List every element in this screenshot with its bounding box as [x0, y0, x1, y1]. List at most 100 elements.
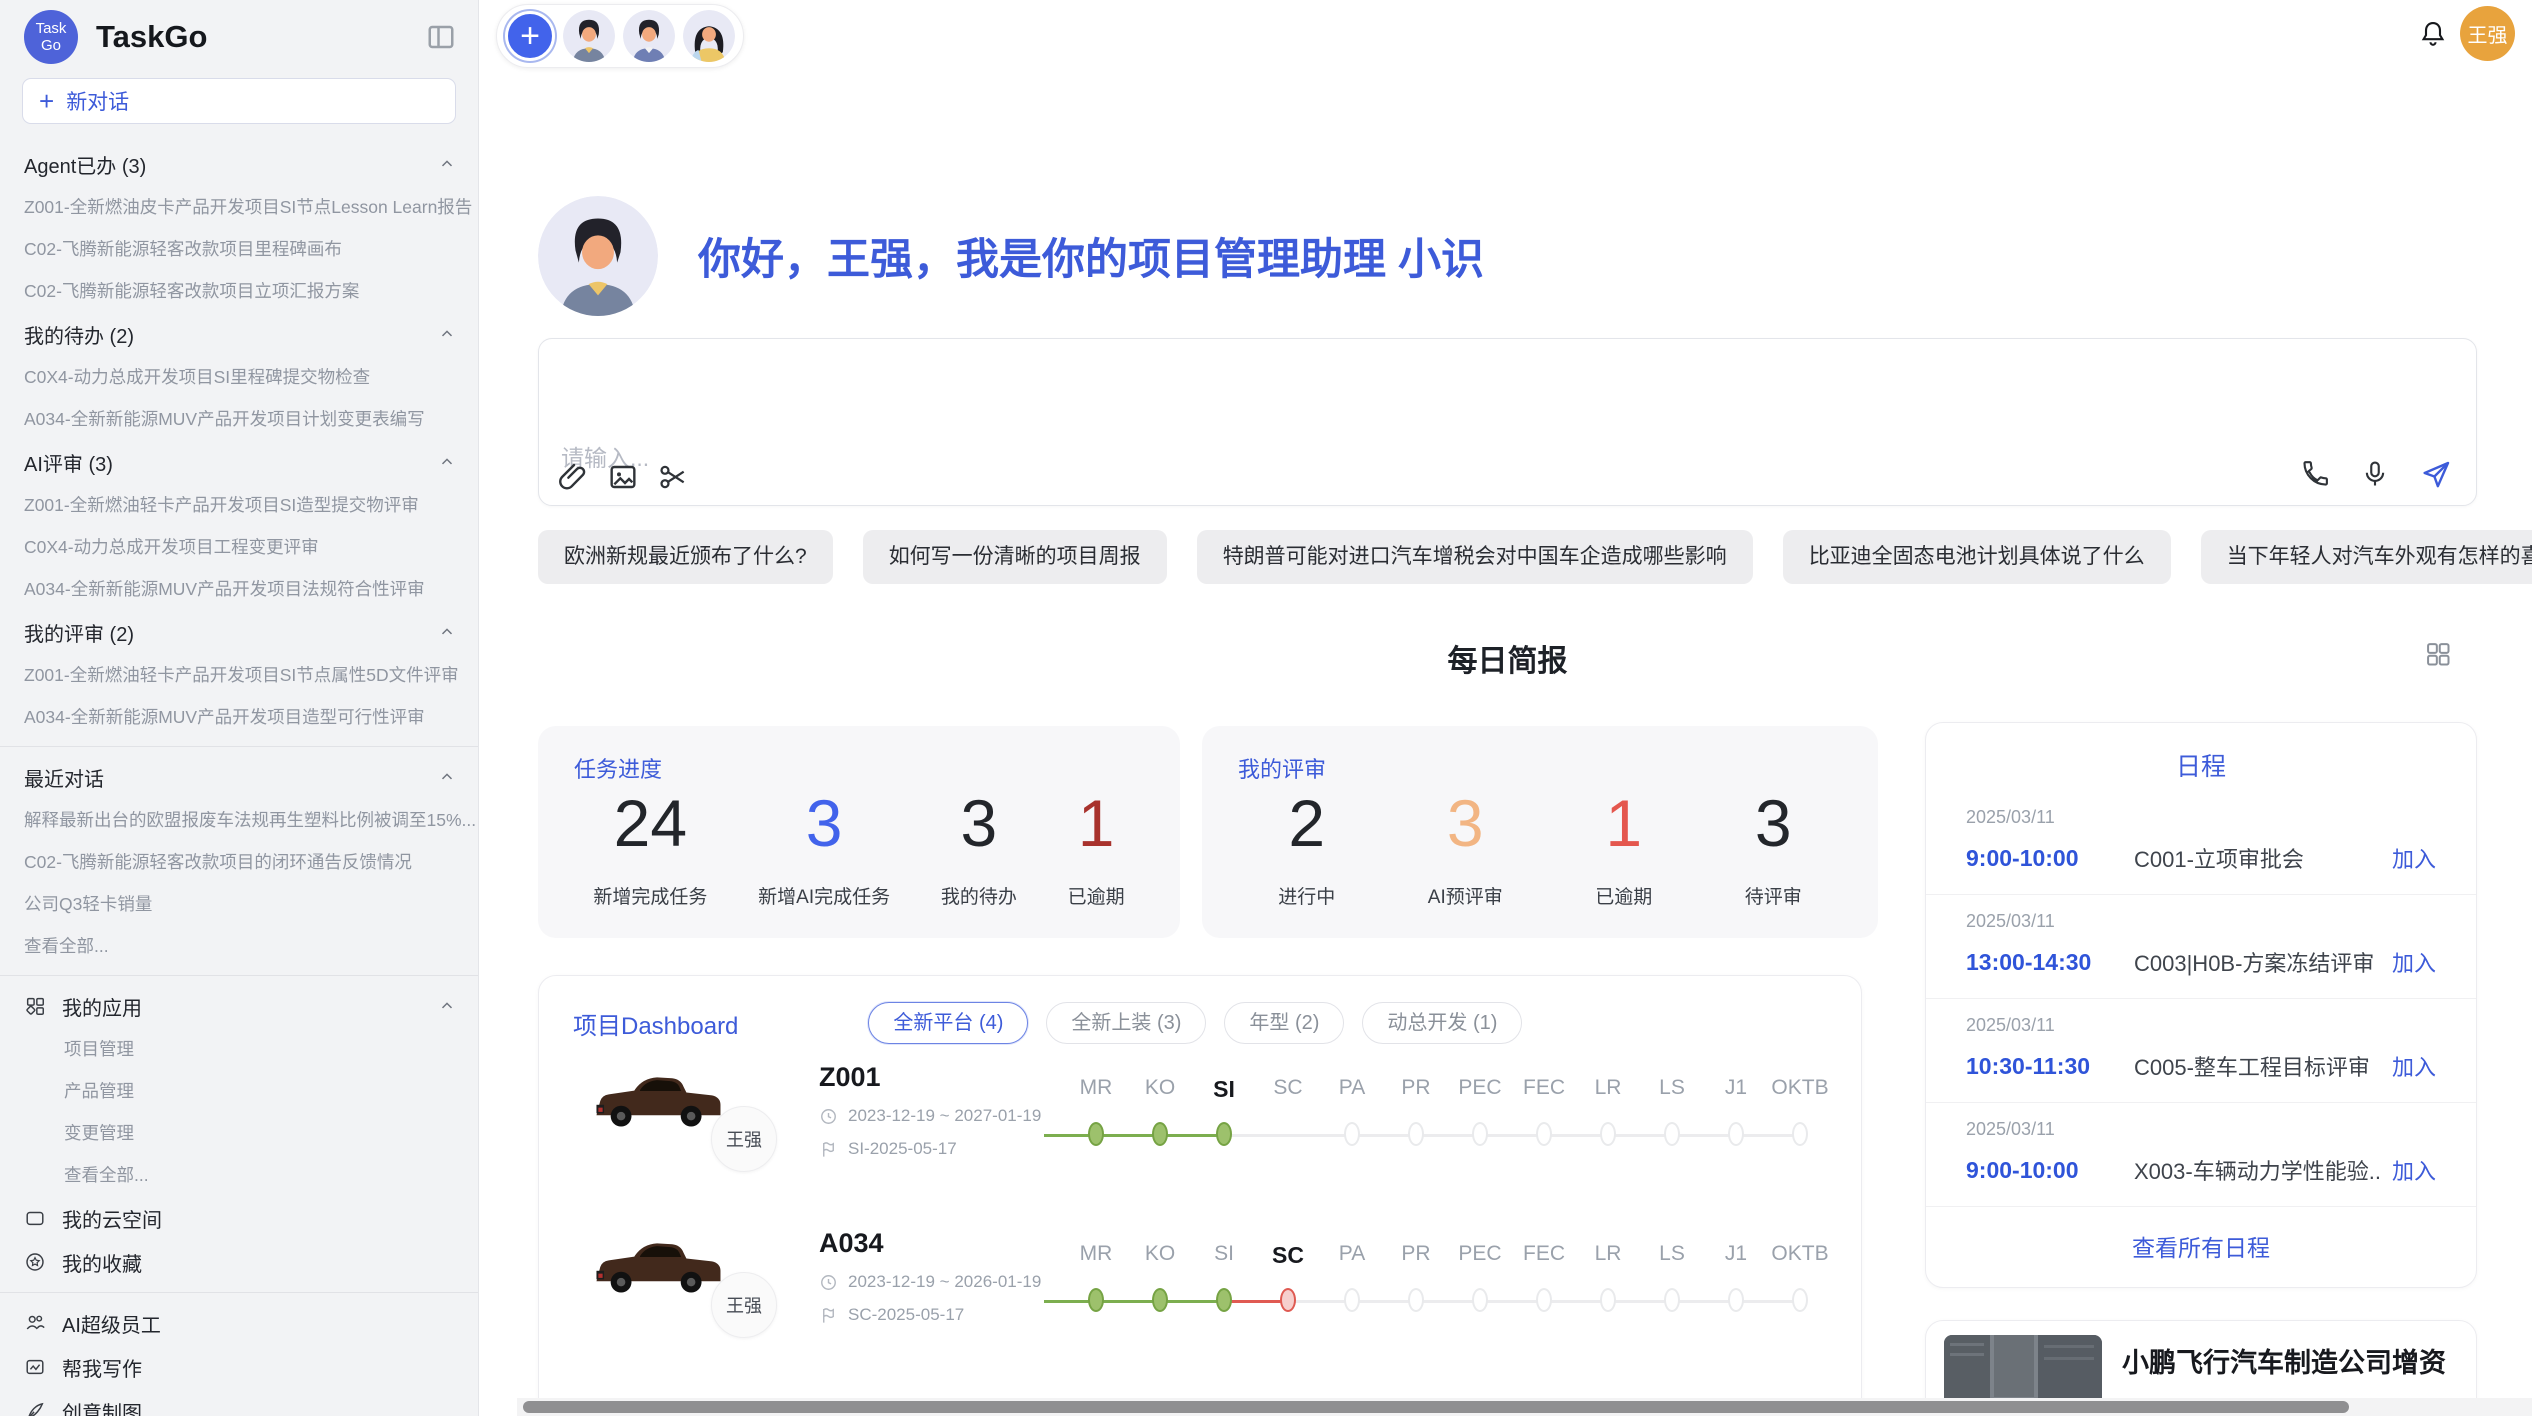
milestone-dot[interactable] — [1280, 1288, 1296, 1312]
milestone-dot[interactable] — [1792, 1288, 1808, 1312]
sidebar-section-header-0[interactable]: Agent已办 (3) — [0, 142, 478, 186]
milestone-dot[interactable] — [1152, 1288, 1168, 1312]
project-dates: 2023-12-19 ~ 2026-01-19 — [819, 1272, 1041, 1292]
suggestion-chip[interactable]: 如何写一份清晰的项目周报 — [863, 530, 1167, 584]
milestone-dot[interactable] — [1536, 1288, 1552, 1312]
event-join-link[interactable]: 加入 — [2392, 946, 2436, 978]
milestone-dot[interactable] — [1600, 1122, 1616, 1146]
view-all-schedule-link[interactable]: 查看所有日程 — [1926, 1229, 2476, 1263]
write-icon — [24, 1356, 46, 1378]
sidebar-task-item[interactable]: C02-飞腾新能源轻客改款项目里程碑画布 — [0, 228, 478, 270]
sidebar-task-item[interactable]: A034-全新新能源MUV产品开发项目计划变更表编写 — [0, 398, 478, 440]
app-item[interactable]: 项目管理 — [0, 1028, 478, 1070]
milestone-dot[interactable] — [1088, 1122, 1104, 1146]
milestone-dot[interactable] — [1344, 1288, 1360, 1312]
sidebar-task-item[interactable]: Z001-全新燃油轻卡产品开发项目SI节点属性5D文件评审 — [0, 654, 478, 696]
user-avatar[interactable]: 王强 — [2460, 6, 2515, 61]
milestone-dot[interactable] — [1408, 1288, 1424, 1312]
milestone-dot[interactable] — [1216, 1122, 1232, 1146]
sidebar-task-item[interactable]: C0X4-动力总成开发项目SI里程碑提交物检查 — [0, 356, 478, 398]
scissors-icon[interactable] — [657, 461, 689, 493]
recent-chat-item[interactable]: 解释最新出台的欧盟报废车法规再生塑料比例被调至15%... — [0, 799, 478, 841]
milestone-dot[interactable] — [1664, 1122, 1680, 1146]
milestone-dot[interactable] — [1792, 1122, 1808, 1146]
milestone-dot[interactable] — [1664, 1288, 1680, 1312]
agent-avatar-1[interactable] — [563, 10, 615, 62]
briefing-layout-icon[interactable] — [2424, 640, 2452, 668]
app-item[interactable]: 变更管理 — [0, 1112, 478, 1154]
suggestion-chip[interactable]: 欧洲新规最近颁布了什么? — [538, 530, 833, 584]
stat-value: 24 — [614, 788, 687, 858]
suggestion-chip[interactable]: 当下年轻人对汽车外观有怎样的喜好趋势 — [2201, 530, 2532, 584]
milestone-dot[interactable] — [1600, 1288, 1616, 1312]
sidebar-section-header-apps[interactable]: 我的应用 — [0, 984, 478, 1028]
sidebar-section-header-recent[interactable]: 最近对话 — [0, 755, 478, 799]
event-date: 2025/03/11 — [1966, 911, 2436, 932]
sidebar-section-header-1[interactable]: 我的待办 (2) — [0, 312, 478, 356]
image-upload-icon[interactable] — [607, 461, 639, 493]
agent-avatar-3[interactable] — [683, 10, 735, 62]
dashboard-tab[interactable]: 全新平台 (4) — [868, 1002, 1028, 1044]
add-session-button[interactable]: + — [505, 11, 555, 61]
suggestion-chip[interactable]: 特朗普可能对进口汽车增税会对中国车企造成哪些影响 — [1197, 530, 1753, 584]
milestone-track: MRKOSISCPAPRPECFECLRLSJ1OKTB — [1044, 1218, 1854, 1376]
milestone-dot[interactable] — [1472, 1122, 1488, 1146]
divider — [0, 746, 478, 747]
milestone-dot[interactable] — [1408, 1122, 1424, 1146]
agent-avatar-2[interactable] — [623, 10, 675, 62]
milestone-segment — [1224, 1134, 1288, 1137]
sidebar-section-header-2[interactable]: AI评审 (3) — [0, 440, 478, 484]
recent-chat-item[interactable]: C02-飞腾新能源轻客改款项目的闭环通告反馈情况 — [0, 841, 478, 883]
app-item[interactable]: 产品管理 — [0, 1070, 478, 1112]
sidebar-task-item[interactable]: C0X4-动力总成开发项目工程变更评审 — [0, 526, 478, 568]
tool-label: AI超级员工 — [62, 1309, 161, 1338]
section-title: AI评审 (3) — [24, 448, 113, 477]
event-join-link[interactable]: 加入 — [2392, 842, 2436, 874]
paperclip-icon[interactable] — [557, 461, 589, 493]
milestone-dot[interactable] — [1536, 1122, 1552, 1146]
microphone-icon[interactable] — [2360, 459, 2392, 491]
sidebar-task-item[interactable]: Z001-全新燃油轻卡产品开发项目SI造型提交物评审 — [0, 484, 478, 526]
milestone-dot[interactable] — [1728, 1288, 1744, 1312]
milestone-dot[interactable] — [1344, 1122, 1360, 1146]
sidebar-tool-write[interactable]: 帮我写作 — [0, 1345, 478, 1389]
milestone-dot[interactable] — [1152, 1122, 1168, 1146]
milestone-dot[interactable] — [1728, 1122, 1744, 1146]
suggestion-chip[interactable]: 比亚迪全固态电池计划具体说了什么 — [1783, 530, 2171, 584]
sidebar-link-box[interactable]: 我的云空间 — [0, 1196, 478, 1240]
clock-icon — [819, 1107, 838, 1126]
milestone-dot[interactable] — [1472, 1288, 1488, 1312]
sidebar-collapse-icon[interactable] — [426, 22, 456, 52]
stat-item: 1已逾期 — [1595, 788, 1652, 909]
sidebar-task-item[interactable]: A034-全新新能源MUV产品开发项目法规符合性评审 — [0, 568, 478, 610]
sidebar-tool-pen[interactable]: 创意制图 — [0, 1389, 478, 1416]
notification-bell-icon[interactable] — [2418, 19, 2448, 49]
link-label: 我的云空间 — [62, 1204, 162, 1233]
event-join-link[interactable]: 加入 — [2392, 1154, 2436, 1186]
send-icon[interactable] — [2420, 459, 2452, 491]
new-chat-button[interactable]: + 新对话 — [22, 78, 456, 124]
apps-view-all-link[interactable]: 查看全部... — [0, 1154, 478, 1196]
user-name: 王强 — [2468, 19, 2508, 48]
chat-input[interactable]: 请输入... — [538, 338, 2477, 506]
dashboard-tab[interactable]: 年型 (2) — [1224, 1002, 1344, 1044]
milestone-dot[interactable] — [1088, 1288, 1104, 1312]
sidebar-link-seal[interactable]: 我的收藏 — [0, 1240, 478, 1284]
recent-chat-item[interactable]: 公司Q3轻卡销量 — [0, 883, 478, 925]
sidebar-section-header-3[interactable]: 我的评审 (2) — [0, 610, 478, 654]
milestone-dot[interactable] — [1216, 1288, 1232, 1312]
sidebar-task-item[interactable]: Z001-全新燃油皮卡产品开发项目SI节点Lesson Learn报告 — [0, 186, 478, 228]
recent-view-all-link[interactable]: 查看全部... — [0, 925, 478, 967]
event-join-link[interactable]: 加入 — [2392, 1050, 2436, 1082]
dashboard-tab[interactable]: 动总开发 (1) — [1362, 1002, 1522, 1044]
sidebar-task-item[interactable]: C02-飞腾新能源轻客改款项目立项汇报方案 — [0, 270, 478, 312]
sidebar-task-item[interactable]: A034-全新新能源MUV产品开发项目造型可行性评审 — [0, 696, 478, 738]
milestone-segment — [1160, 1300, 1224, 1303]
stat-item: 2进行中 — [1278, 788, 1335, 909]
sidebar-tool-people[interactable]: AI超级员工 — [0, 1301, 478, 1345]
voice-call-icon[interactable] — [2300, 459, 2332, 491]
dashboard-tab[interactable]: 全新上装 (3) — [1046, 1002, 1206, 1044]
pen-icon — [24, 1400, 46, 1416]
horizontal-scrollbar-thumb[interactable] — [523, 1401, 2349, 1413]
project-row: 王强A0342023-12-19 ~ 2026-01-19SC-2025-05-… — [539, 1218, 1861, 1376]
